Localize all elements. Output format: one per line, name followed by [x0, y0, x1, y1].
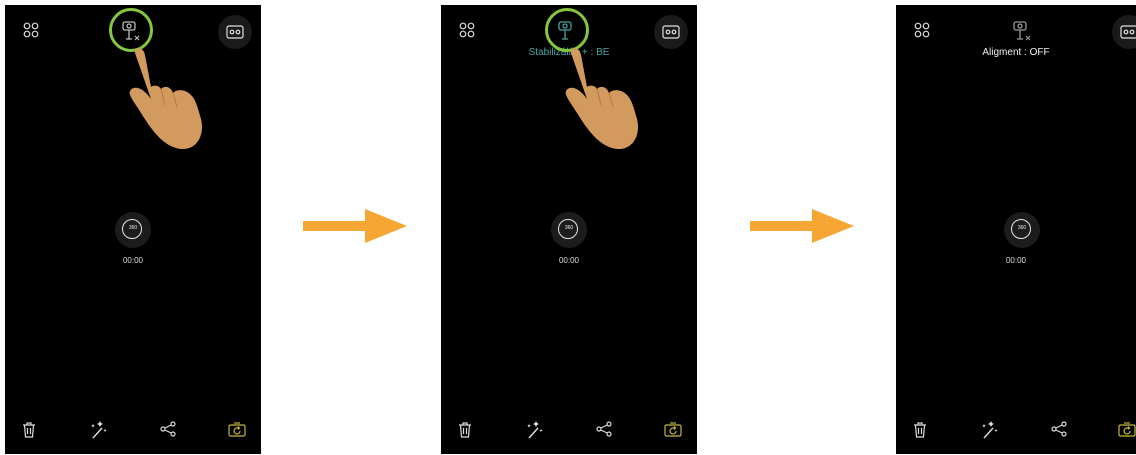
vr-view-button[interactable] [218, 15, 252, 49]
gimbal-icon[interactable] [1009, 19, 1033, 43]
hand-pointer-icon [129, 48, 203, 150]
share-icon[interactable] [596, 421, 612, 437]
screen-2: Stabilizálás + : BE 360 00:00 [441, 5, 697, 454]
360-label: 360 [1017, 225, 1027, 231]
rotate-camera-icon[interactable] [664, 422, 682, 437]
magic-wand-icon[interactable] [525, 419, 545, 439]
trash-icon[interactable] [913, 422, 927, 438]
vr-view-icon [226, 25, 244, 39]
rotate-camera-icon[interactable] [228, 422, 246, 437]
vr-view-button[interactable] [1112, 15, 1136, 49]
360-label: 360 [564, 225, 574, 231]
arrow-right-icon [750, 209, 854, 243]
recording-timer: 00:00 [558, 256, 580, 265]
vr-view-icon [1120, 25, 1136, 39]
trash-icon[interactable] [22, 422, 36, 438]
grid-icon[interactable] [914, 22, 930, 38]
recording-timer: 00:00 [122, 256, 144, 265]
hand-pointer-icon [565, 48, 639, 150]
rotate-camera-icon[interactable] [1118, 422, 1136, 437]
screen-1: 360 00:00 [5, 5, 261, 454]
recording-timer: 00:00 [1005, 256, 1027, 265]
screen-3: Aligment : OFF 360 00:00 [896, 5, 1136, 454]
magic-wand-icon[interactable] [980, 419, 1000, 439]
360-mode-button[interactable]: 360 [115, 212, 151, 248]
share-icon[interactable] [1051, 421, 1067, 437]
vr-view-icon [662, 25, 680, 39]
magic-wand-icon[interactable] [89, 419, 109, 439]
status-message: Aligment : OFF [982, 47, 1050, 58]
grid-icon[interactable] [23, 22, 39, 38]
share-icon[interactable] [160, 421, 176, 437]
360-mode-button[interactable]: 360 [551, 212, 587, 248]
grid-icon[interactable] [459, 22, 475, 38]
trash-icon[interactable] [458, 422, 472, 438]
vr-view-button[interactable] [654, 15, 688, 49]
arrow-right-icon [303, 209, 407, 243]
360-mode-button[interactable]: 360 [1004, 212, 1040, 248]
360-label: 360 [128, 225, 138, 231]
